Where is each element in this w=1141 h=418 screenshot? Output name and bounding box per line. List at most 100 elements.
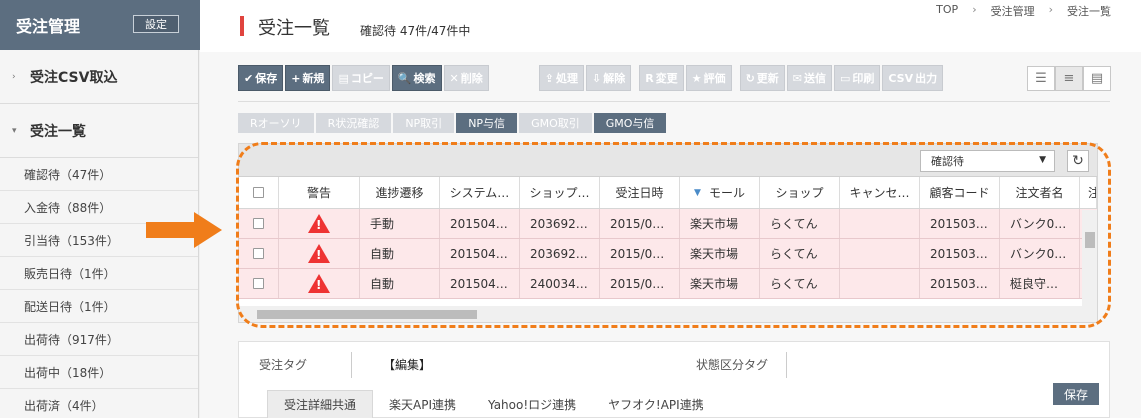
- search-icon: 🔍: [397, 71, 412, 85]
- view-toggle: ☰ ≡ ▤: [1027, 66, 1111, 91]
- cancel-cell: [840, 209, 920, 238]
- progress-cell: 自動: [360, 239, 440, 268]
- row-checkbox-cell[interactable]: [239, 209, 279, 238]
- breadcrumb-order-management[interactable]: 受注管理: [991, 3, 1035, 19]
- list-view-icon[interactable]: ☰: [1027, 66, 1055, 91]
- sidebar-section-label: 受注CSV取込: [30, 69, 118, 86]
- chevron-down-icon: ▾: [12, 125, 17, 136]
- order-detail-panel: 受注タグ 【編集】 状態区分タグ 受注詳細共通 楽天API連携 Yahoo!ロジ…: [238, 341, 1110, 418]
- column-cancel[interactable]: キャンセ…: [840, 177, 920, 208]
- sidebar-title: 受注管理: [16, 17, 81, 36]
- tab-order-detail-common[interactable]: 受注詳細共通: [267, 390, 374, 418]
- row-checkbox[interactable]: [253, 218, 264, 229]
- release-label: 解除: [603, 72, 626, 85]
- customer-cell: 201503…: [920, 239, 1000, 268]
- process-button[interactable]: ⇪ 処理: [538, 65, 584, 91]
- order-grid: 確認待 ▼ ↻ 警告 進捗遷移 システム… ショップ… 受注日時 ▼ モール ショ…: [238, 143, 1098, 323]
- edit-link[interactable]: 【編集】: [383, 356, 431, 373]
- select-all-checkbox-cell[interactable]: [239, 177, 279, 208]
- refresh-icon[interactable]: ↻: [1067, 150, 1089, 172]
- print-button[interactable]: ▭ 印刷: [834, 65, 881, 91]
- breadcrumb-separator-icon: ›: [1048, 3, 1053, 16]
- process-label: 処理: [555, 72, 578, 85]
- column-orderer-name[interactable]: 注文者名: [1000, 177, 1080, 208]
- delete-button[interactable]: ✕ 削除: [443, 65, 489, 91]
- sidebar-item-awaiting-delivery-date[interactable]: 配送日待（1件）: [0, 290, 198, 323]
- horizontal-scrollbar[interactable]: [239, 306, 1097, 322]
- mall-cell: 楽天市場: [680, 239, 760, 268]
- change-label: 変更: [655, 72, 678, 85]
- r-status-check-button[interactable]: R状況確認: [315, 113, 392, 133]
- status-tag-label: 状態区分タグ: [696, 358, 769, 372]
- column-shop-no[interactable]: ショップ…: [520, 177, 600, 208]
- gmo-credit-button[interactable]: GMO与信: [593, 113, 667, 133]
- toolbar-divider: [238, 101, 1110, 102]
- sidebar-section-csv-import[interactable]: › 受注CSV取込: [0, 50, 198, 104]
- settings-button[interactable]: 設定: [133, 15, 179, 33]
- system-cell: 201504…: [440, 239, 520, 268]
- warning-mark: !: [316, 248, 322, 262]
- np-transaction-button[interactable]: NP取引: [393, 113, 455, 133]
- compact-view-icon[interactable]: ≡: [1055, 66, 1083, 91]
- row-checkbox-cell[interactable]: [239, 239, 279, 268]
- sidebar-header: 受注管理 設定: [0, 0, 209, 50]
- sidebar-item-awaiting-sale-date[interactable]: 販売日待（1件）: [0, 257, 198, 290]
- sidebar-item-shipping[interactable]: 出荷中（18件）: [0, 356, 198, 389]
- column-shop[interactable]: ショップ: [760, 177, 840, 208]
- detail-save-button[interactable]: 保存: [1053, 383, 1099, 405]
- shop-no-cell: 203692…: [520, 209, 600, 238]
- column-order-date[interactable]: 受注日時: [600, 177, 680, 208]
- column-mall[interactable]: ▼ モール: [680, 177, 760, 208]
- np-credit-button[interactable]: NP与信: [456, 113, 518, 133]
- send-label: 送信: [804, 72, 826, 85]
- update-label: 更新: [756, 72, 779, 85]
- release-button[interactable]: ⇩ 解除: [585, 65, 632, 91]
- column-order-more[interactable]: 注文: [1080, 177, 1097, 208]
- change-button[interactable]: R 変更: [639, 65, 684, 91]
- select-all-checkbox[interactable]: [253, 187, 264, 198]
- column-customer-code[interactable]: 顧客コード: [920, 177, 1000, 208]
- detail-view-icon[interactable]: ▤: [1083, 66, 1111, 91]
- r-authorize-button[interactable]: Rオーソリ: [238, 113, 314, 133]
- sidebar-item-awaiting-confirmation[interactable]: 確認待（47件）: [0, 158, 198, 191]
- save-button[interactable]: ✔ 保存: [238, 65, 284, 91]
- sidebar-item-shipped[interactable]: 出荷済（4件）: [0, 389, 198, 418]
- send-button[interactable]: ✉ 送信: [786, 65, 832, 91]
- shop-cell: らくてん: [760, 209, 840, 238]
- customer-cell: 201503…: [920, 209, 1000, 238]
- refresh-icon: ↻: [745, 71, 755, 85]
- sidebar-item-awaiting-shipment[interactable]: 出荷待（917件）: [0, 323, 198, 356]
- detail-tabs: 受注詳細共通 楽天API連携 Yahoo!ロジ連携 ヤフオク!API連携: [267, 390, 720, 418]
- warning-mark: !: [316, 218, 322, 232]
- tab-yahoo-auction-api[interactable]: ヤフオク!API連携: [592, 390, 720, 418]
- new-button[interactable]: + 新規: [285, 65, 331, 91]
- tab-rakuten-api[interactable]: 楽天API連携: [373, 390, 472, 418]
- column-system[interactable]: システム…: [440, 177, 520, 208]
- search-button[interactable]: 🔍 検索: [391, 65, 442, 91]
- table-row[interactable]: ! 手動 201504… 203692… 2015/0… 楽天市場 らくてん 2…: [239, 209, 1097, 239]
- copy-button[interactable]: ▤ コピー: [332, 65, 390, 91]
- status-select[interactable]: 確認待 ▼: [920, 150, 1055, 172]
- breadcrumb-top[interactable]: TOP: [936, 3, 958, 19]
- table-row[interactable]: ! 自動 201504… 203692… 2015/0… 楽天市場 らくてん 2…: [239, 239, 1097, 269]
- row-checkbox[interactable]: [253, 248, 264, 259]
- table-row[interactable]: ! 自動 201504… 240034… 2015/0… 楽天市場 らくてん 2…: [239, 269, 1097, 299]
- row-checkbox-cell[interactable]: [239, 269, 279, 298]
- tab-yahoo-logistics[interactable]: Yahoo!ロジ連携: [472, 390, 592, 418]
- horizontal-scroll-thumb[interactable]: [257, 310, 477, 319]
- column-warning[interactable]: 警告: [279, 177, 360, 208]
- review-button[interactable]: ★ 評価: [685, 65, 732, 91]
- breadcrumb-order-list: 受注一覧: [1067, 5, 1111, 18]
- star-icon: ★: [691, 71, 702, 85]
- vertical-scroll-thumb[interactable]: [1085, 232, 1095, 248]
- plus-icon: +: [291, 71, 301, 85]
- vertical-scrollbar[interactable]: [1082, 210, 1097, 306]
- sidebar-section-order-list[interactable]: ▾ 受注一覧: [0, 104, 198, 158]
- row-checkbox[interactable]: [253, 278, 264, 289]
- check-icon: ✔: [244, 71, 254, 85]
- chevron-down-icon: ▼: [1039, 155, 1046, 165]
- update-button[interactable]: ↻ 更新: [739, 65, 785, 91]
- column-progress[interactable]: 進捗遷移: [360, 177, 440, 208]
- gmo-transaction-button[interactable]: GMO取引: [519, 113, 592, 133]
- csv-export-button[interactable]: CSV 出力: [882, 65, 944, 91]
